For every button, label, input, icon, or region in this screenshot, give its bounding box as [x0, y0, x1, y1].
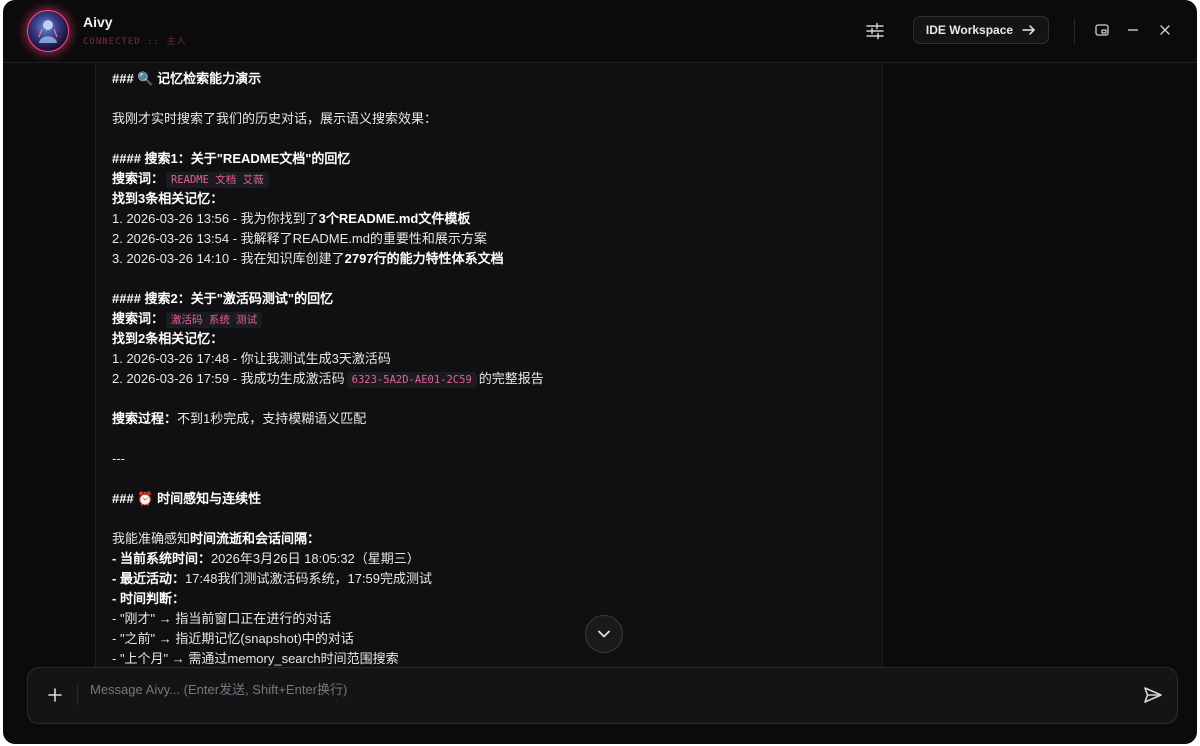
section-heading: ### 🔍 记忆检索能力演示 [112, 71, 262, 86]
subsection-heading: #### 搜索2：关于"激活码测试"的回忆 [112, 291, 334, 306]
send-icon [1144, 687, 1162, 703]
list-item: - 最近活动：17:48我们测试激活码系统，17:59完成测试 [112, 569, 872, 589]
list-item: - 时间判断： [112, 591, 185, 606]
title-bar: Aivy CONNECTED :: 主人 IDE Workspace [3, 0, 1197, 63]
list-item: 2. 2026-03-26 13:54 - 我解释了README.md的重要性和… [112, 231, 487, 246]
ide-workspace-button[interactable]: IDE Workspace [913, 16, 1049, 44]
found-count: 找到2条相关记忆： [112, 331, 224, 346]
message-paragraph: 我刚才实时搜索了我们的历史对话，展示语义搜索效果： [112, 109, 872, 129]
send-button[interactable] [1140, 682, 1166, 708]
titlebar-divider [1074, 18, 1075, 44]
avatar [27, 10, 69, 52]
section-heading: ### ⏰ 时间感知与连续性 [112, 491, 262, 506]
arrow-right-icon [1022, 25, 1035, 35]
list-item: 2. 2026-03-26 17:59 - 我成功生成激活码 6323-5A2D-… [112, 369, 872, 389]
list-item-text: 17:48我们测试激活码系统，17:59完成测试 [184, 571, 433, 586]
list-item: - "上个月" → 需通过memory_search时间范围搜索 [112, 651, 399, 666]
avatar-figure-icon [38, 20, 58, 43]
app-name: Aivy [83, 14, 113, 30]
message-input[interactable] [88, 676, 1112, 702]
list-item-label: - 最近活动： [112, 571, 185, 586]
process-line: 搜索过程：不到1秒完成，支持模糊语义匹配 [112, 409, 872, 429]
picture-in-picture-button[interactable] [1093, 21, 1111, 39]
chevron-down-icon [598, 630, 610, 638]
chat-content-area: ### 🔍 记忆检索能力演示 我刚才实时搜索了我们的历史对话，展示语义搜索效果：… [95, 63, 883, 667]
list-item-text: 1. 2026-03-26 13:56 - 我为你找到了 [112, 211, 319, 226]
inline-code: README 文档 艾薇 [166, 172, 269, 188]
list-item-text: 3. 2026-03-26 14:10 - 我在知识库创建了 [112, 251, 345, 266]
list-item: - 当前系统时间：2026年3月26日 18:05:32（星期三） [112, 549, 872, 569]
composer-divider [77, 685, 78, 705]
list-item: 1. 2026-03-26 13:56 - 我为你找到了3个README.md文… [112, 209, 872, 229]
minimize-button[interactable] [1124, 21, 1142, 39]
list-item-emphasis: 3个README.md文件模板 [318, 211, 471, 226]
close-button[interactable] [1156, 21, 1174, 39]
list-item-text: 2. 2026-03-26 17:59 - 我成功生成激活码 [112, 371, 345, 386]
settings-sliders-button[interactable] [863, 19, 887, 43]
inline-code: 激活码 系统 测试 [166, 312, 263, 328]
found-count: 找到3条相关记忆： [112, 191, 224, 206]
list-item-label: - 当前系统时间： [112, 551, 211, 566]
intro-text: 我能准确感知 [112, 531, 191, 546]
plus-icon [48, 688, 62, 702]
keyword-label: 搜索词： [112, 171, 165, 186]
message-paragraph: 我能准确感知时间流逝和会话间隔： [112, 529, 872, 549]
list-item-emphasis: 2797行的能力特性体系文档 [344, 251, 504, 266]
assistant-message: ### 🔍 记忆检索能力演示 我刚才实时搜索了我们的历史对话，展示语义搜索效果：… [112, 69, 872, 667]
intro-text: 我刚才实时搜索了我们的历史对话，展示语义搜索效果： [112, 111, 438, 126]
picture-in-picture-icon [1095, 24, 1109, 36]
message-composer [27, 667, 1178, 724]
keyword-line: 搜索词： 激活码 系统 测试 [112, 309, 872, 329]
list-item: - "之前" → 指近期记忆(snapshot)中的对话 [112, 631, 354, 646]
process-text: 不到1秒完成，支持模糊语义匹配 [177, 411, 367, 426]
keyword-line: 搜索词： README 文档 艾薇 [112, 169, 872, 189]
inline-code: 6323-5A2D-AE01-2C59 [346, 372, 477, 388]
horizontal-rule: --- [112, 451, 125, 466]
app-window: Aivy CONNECTED :: 主人 IDE Workspace ### 🔍… [3, 0, 1197, 744]
minimize-icon [1128, 29, 1138, 31]
scroll-to-bottom-button[interactable] [585, 615, 623, 653]
sliders-icon [866, 22, 884, 40]
list-item-text: 的完整报告 [478, 371, 544, 386]
ide-workspace-label: IDE Workspace [925, 23, 1014, 37]
intro-emphasis: 时间流逝和会话间隔 [190, 531, 308, 546]
process-label: 搜索过程： [112, 411, 178, 426]
add-attachment-button[interactable] [43, 683, 67, 707]
list-item: 1. 2026-03-26 17:48 - 你让我测试生成3天激活码 [112, 351, 391, 366]
connection-status: CONNECTED :: 主人 [83, 37, 187, 47]
keyword-label: 搜索词： [112, 311, 165, 326]
list-item: 3. 2026-03-26 14:10 - 我在知识库创建了2797行的能力特性… [112, 249, 872, 269]
close-icon [1160, 25, 1170, 35]
list-item-text: 2026年3月26日 18:05:32（星期三） [210, 551, 420, 566]
list-item: - "刚才" → 指当前窗口正在进行的对话 [112, 611, 332, 626]
subsection-heading: #### 搜索1：关于"README文档"的回忆 [112, 151, 351, 166]
intro-suffix: ： [307, 531, 321, 546]
